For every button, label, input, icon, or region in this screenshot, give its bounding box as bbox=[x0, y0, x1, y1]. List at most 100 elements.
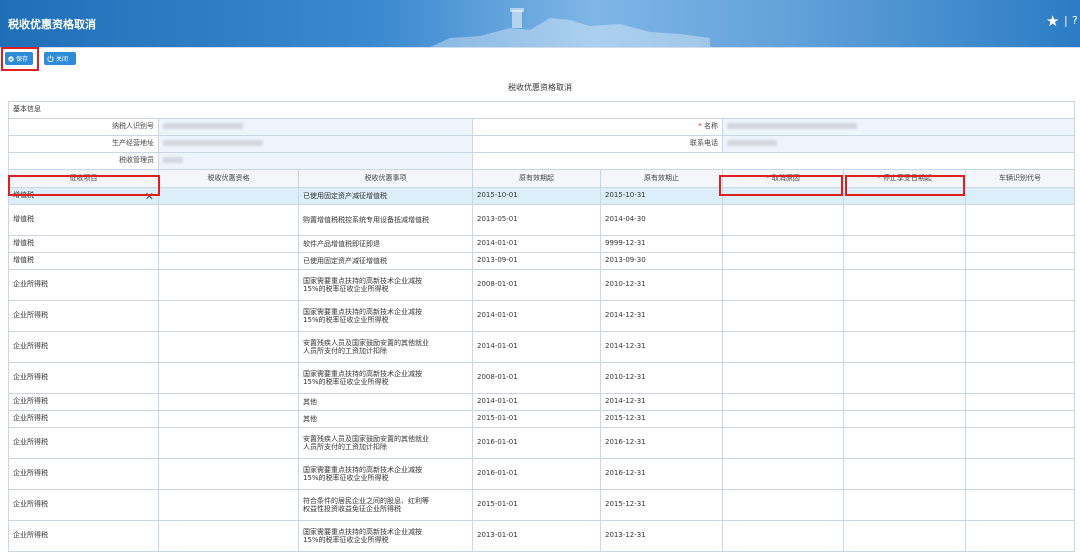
cell-cancel-reason[interactable] bbox=[722, 269, 844, 301]
cell-vehicle-id[interactable] bbox=[965, 252, 1075, 270]
table-row[interactable]: 企业所得税 国家需要重点扶持的高新技术企业减按15%的税率征收企业所得税 2016-… bbox=[8, 458, 1075, 490]
table-row[interactable]: 企业所得税 安置残疾人员及国家鼓励安置的其他就业人员所支付的工资加计扣除 2016-… bbox=[8, 427, 1075, 459]
cell-end-date: 2015-10-31 bbox=[600, 187, 723, 205]
section-basic-info: 基本信息 bbox=[8, 101, 1075, 119]
table-row[interactable]: 增值税 已使用固定资产减征增值税 2013-09-01 2013-09-30 bbox=[8, 252, 1075, 270]
cell-cancel-reason[interactable] bbox=[722, 520, 844, 552]
cell-stop-date[interactable] bbox=[843, 331, 966, 363]
cell-start-date-text: 2013-09-01 bbox=[477, 256, 518, 265]
cell-stop-date[interactable] bbox=[843, 427, 966, 459]
cell-vehicle-id[interactable] bbox=[965, 269, 1075, 301]
cell-cancel-reason[interactable] bbox=[722, 252, 844, 270]
cell-item[interactable]: 企业所得税 bbox=[8, 362, 159, 394]
cell-cancel-reason[interactable] bbox=[722, 362, 844, 394]
cell-vehicle-id[interactable] bbox=[965, 204, 1075, 236]
cell-item[interactable]: 企业所得税 bbox=[8, 458, 159, 490]
table-row[interactable]: 企业所得税 符合条件的居民企业之间的股息、红利等权益性投资收益免征企业所得税 201… bbox=[8, 489, 1075, 521]
cell-item[interactable]: 企业所得税 bbox=[8, 520, 159, 552]
cell-cancel-reason[interactable] bbox=[722, 331, 844, 363]
table-row[interactable]: 企业所得税 国家需要重点扶持的高新技术企业减按15%的税率征收企业所得税 2008-… bbox=[8, 362, 1075, 394]
cell-item[interactable]: 企业所得税 bbox=[8, 427, 159, 459]
close-button[interactable]: 关闭 bbox=[44, 52, 76, 65]
column-header-7[interactable]: 车辆识别代号 bbox=[965, 169, 1075, 188]
cell-item[interactable]: 企业所得税 bbox=[8, 393, 159, 411]
table-row[interactable]: 企业所得税 国家需要重点扶持的高新技术企业减按15%的税率征收企业所得税 2014-… bbox=[8, 300, 1075, 332]
cell-matter-text: 符合条件的居民企业之间的股息、红利等权益性投资收益免征企业所得税 bbox=[303, 497, 429, 513]
cell-stop-date[interactable] bbox=[843, 393, 966, 411]
cell-stop-date[interactable] bbox=[843, 235, 966, 253]
cell-cancel-reason[interactable] bbox=[722, 393, 844, 411]
table-row[interactable]: 企业所得税 国家需要重点扶持的高新技术企业减按15%的税率征收企业所得税 2013-… bbox=[8, 520, 1075, 552]
cell-item[interactable]: 企业所得税 bbox=[8, 331, 159, 363]
cell-matter: 已使用固定资产减征增值税 bbox=[298, 187, 473, 205]
phone-field[interactable] bbox=[722, 135, 1075, 153]
cell-vehicle-id[interactable] bbox=[965, 362, 1075, 394]
cell-stop-date[interactable] bbox=[843, 489, 966, 521]
cell-cancel-reason[interactable] bbox=[722, 204, 844, 236]
cell-stop-date[interactable] bbox=[843, 204, 966, 236]
cell-vehicle-id[interactable] bbox=[965, 393, 1075, 411]
cell-cancel-reason[interactable] bbox=[722, 427, 844, 459]
table-row[interactable]: 企业所得税 国家需要重点扶持的高新技术企业减按15%的税率征收企业所得税 2008-… bbox=[8, 269, 1075, 301]
cell-cancel-reason[interactable] bbox=[722, 458, 844, 490]
cell-matter: 国家需要重点扶持的高新技术企业减按15%的税率征收企业所得税 bbox=[298, 300, 473, 332]
column-header-label: 原有效期起 bbox=[519, 173, 554, 182]
cell-stop-date[interactable] bbox=[843, 252, 966, 270]
cell-vehicle-id[interactable] bbox=[965, 410, 1075, 428]
table-row[interactable]: 企业所得税 其他 2014-01-01 2014-12-31 bbox=[8, 393, 1075, 411]
cell-vehicle-id[interactable] bbox=[965, 331, 1075, 363]
cell-stop-date[interactable] bbox=[843, 410, 966, 428]
header-divider: | bbox=[1064, 14, 1068, 27]
cell-vehicle-id[interactable] bbox=[965, 187, 1075, 205]
column-header-1[interactable]: 税收优惠资格 bbox=[158, 169, 299, 188]
address-field[interactable] bbox=[158, 135, 473, 153]
cell-start-date: 2008-01-01 bbox=[472, 269, 601, 301]
table-row[interactable]: 企业所得税 安置残疾人员及国家鼓励安置的其他就业人员所支付的工资加计扣除 2014-… bbox=[8, 331, 1075, 363]
cell-end-date: 2013-09-30 bbox=[600, 252, 723, 270]
cell-start-date: 2014-01-01 bbox=[472, 331, 601, 363]
empty-cell bbox=[472, 152, 1075, 170]
cell-item[interactable]: 增值税 bbox=[8, 235, 159, 253]
cell-vehicle-id[interactable] bbox=[965, 235, 1075, 253]
cell-item-text: 企业所得税 bbox=[13, 373, 48, 382]
taxpayer-id-field[interactable] bbox=[158, 118, 473, 136]
cell-vehicle-id[interactable] bbox=[965, 489, 1075, 521]
cell-vehicle-id[interactable] bbox=[965, 458, 1075, 490]
table-row[interactable]: 增值税 购置增值税税控系统专用设备抵减增值税 2013-05-01 2014-04-3… bbox=[8, 204, 1075, 236]
column-header-3[interactable]: 原有效期起 bbox=[472, 169, 601, 188]
cell-cancel-reason[interactable] bbox=[722, 489, 844, 521]
cell-end-date-text: 2015-10-31 bbox=[605, 191, 646, 200]
cell-vehicle-id[interactable] bbox=[965, 520, 1075, 552]
cell-stop-date[interactable] bbox=[843, 362, 966, 394]
cell-matter: 安置残疾人员及国家鼓励安置的其他就业人员所支付的工资加计扣除 bbox=[298, 427, 473, 459]
cell-stop-date[interactable] bbox=[843, 520, 966, 552]
cell-item-text: 企业所得税 bbox=[13, 342, 48, 351]
name-field[interactable] bbox=[722, 118, 1075, 136]
column-header-4[interactable]: 原有效期止 bbox=[600, 169, 723, 188]
cell-item[interactable]: 企业所得税 bbox=[8, 269, 159, 301]
cell-stop-date[interactable] bbox=[843, 269, 966, 301]
cell-item[interactable]: 企业所得税 bbox=[8, 489, 159, 521]
form-title: 税收优惠资格取消 bbox=[508, 83, 572, 92]
column-header-2[interactable]: 税收优惠事项 bbox=[298, 169, 473, 188]
cell-cancel-reason[interactable] bbox=[722, 235, 844, 253]
cell-stop-date[interactable] bbox=[843, 458, 966, 490]
cell-cancel-reason[interactable] bbox=[722, 300, 844, 332]
tax-office-field[interactable] bbox=[158, 152, 473, 170]
cell-matter: 已使用固定资产减征增值税 bbox=[298, 252, 473, 270]
cell-item[interactable]: 增值税 bbox=[8, 204, 159, 236]
help-icon[interactable]: ? bbox=[1072, 14, 1078, 27]
table-row[interactable]: 企业所得税 其他 2015-01-01 2015-12-31 bbox=[8, 410, 1075, 428]
table-row[interactable]: 增值税 软件产品增值税即征即退 2014-01-01 9999-12-31 bbox=[8, 235, 1075, 253]
cell-start-date-text: 2008-01-01 bbox=[477, 373, 518, 382]
cell-cancel-reason[interactable] bbox=[722, 410, 844, 428]
cell-item[interactable]: 增值税 bbox=[8, 252, 159, 270]
cell-vehicle-id[interactable] bbox=[965, 427, 1075, 459]
cell-item-text: 增值税 bbox=[13, 256, 34, 265]
cell-item[interactable]: 企业所得税 bbox=[8, 410, 159, 428]
cell-stop-date[interactable] bbox=[843, 300, 966, 332]
star-icon[interactable]: ★ bbox=[1046, 12, 1059, 30]
cell-vehicle-id[interactable] bbox=[965, 300, 1075, 332]
cell-start-date: 2014-01-01 bbox=[472, 393, 601, 411]
cell-item[interactable]: 企业所得税 bbox=[8, 300, 159, 332]
